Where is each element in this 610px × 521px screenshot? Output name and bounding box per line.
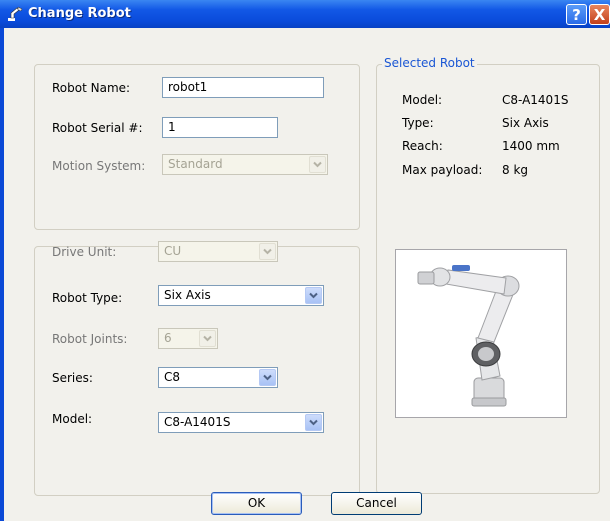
info-payload-value: 8 kg [502,163,529,177]
robot-preview-image [395,249,567,418]
robot-type-select[interactable]: Six Axis [158,285,324,306]
robot-type-label: Robot Type: [52,291,122,305]
robot-serial-value: 1 [168,120,176,134]
close-icon: X [593,6,606,24]
drive-unit-label: Drive Unit: [52,245,116,259]
robot-arm-illustration [417,265,520,407]
chevron-down-icon [259,369,276,386]
robot-serial-label-text: Robot Serial #: [52,121,143,135]
info-reach-value: 1400 mm [502,139,560,153]
robot-joints-value: 6 [164,331,172,345]
info-model-label: Model: [402,93,443,107]
motion-system-select[interactable]: Standard [162,154,328,175]
chevron-down-icon [309,156,326,173]
robot-type-label-text: Robot Type: [52,291,123,305]
drive-unit-select[interactable]: CU [158,241,278,262]
close-button[interactable]: X [589,4,610,25]
robot-arm-icon [8,6,23,21]
cancel-button[interactable]: Cancel [331,492,422,515]
series-label-text: Series: [52,371,93,385]
change-robot-dialog: Change Robot ? X Robot Name: robot1 Robo… [0,0,610,521]
robot-joints-label-text: Robot Joints: [52,332,128,346]
chevron-down-icon [259,243,276,260]
info-type-label: Type: [402,116,434,130]
model-label-text: Model: [52,412,93,426]
info-reach-label: Reach: [402,139,443,153]
series-label: Series: [52,371,93,385]
model-label: Model: [52,412,92,426]
chevron-down-icon [199,330,216,347]
robot-name-input[interactable]: robot1 [162,77,324,98]
dialog-body: Robot Name: robot1 Robot Serial #: 1 Mot… [4,28,610,521]
title-bar[interactable]: Change Robot ? X [0,0,610,28]
robot-name-label: Robot Name: [52,81,130,95]
robot-name-value: robot1 [168,80,208,94]
window-title: Change Robot [28,6,131,21]
help-icon: ? [572,6,581,24]
robot-serial-label: Robot Serial #: [52,121,143,135]
robot-joints-select[interactable]: 6 [158,328,218,349]
info-type-value: Six Axis [502,116,549,130]
series-select[interactable]: C8 [158,367,278,388]
ok-button[interactable]: OK [211,492,302,515]
robot-type-value: Six Axis [164,288,211,302]
robot-serial-input[interactable]: 1 [162,117,278,138]
chevron-down-icon [305,287,322,304]
help-button[interactable]: ? [566,4,587,25]
info-model-value: C8-A1401S [502,93,569,107]
robot-joints-label: Robot Joints: [52,332,127,346]
drive-unit-label-text: Drive Unit: [52,245,117,259]
model-select[interactable]: C8-A1401S [158,412,324,433]
series-value: C8 [164,370,181,384]
motion-system-label: Motion System: [52,159,145,173]
motion-system-value: Standard [168,157,223,171]
model-value: C8-A1401S [164,415,231,429]
drive-unit-value: CU [164,244,182,258]
chevron-down-icon [305,414,322,431]
motion-system-label-text: Motion System: [52,159,146,173]
selected-robot-title: Selected Robot [382,56,477,70]
robot-name-label-text: Robot Name: [52,81,131,95]
info-payload-label: Max payload: [402,163,483,177]
